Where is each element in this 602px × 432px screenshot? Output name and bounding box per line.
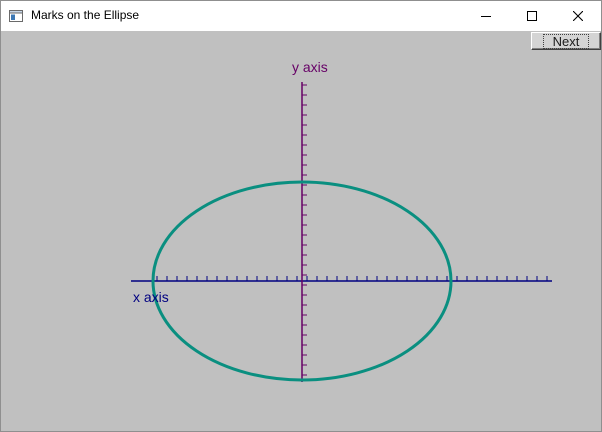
y-axis	[301, 82, 307, 382]
ellipse	[151, 180, 453, 382]
minimize-icon	[481, 16, 491, 17]
minimize-button[interactable]	[463, 1, 509, 31]
window-title: Marks on the Ellipse	[31, 8, 140, 22]
x-axis-label: x axis	[133, 289, 169, 305]
x-axis	[131, 276, 552, 282]
app-icon	[9, 9, 23, 23]
close-button[interactable]	[555, 1, 601, 31]
next-button[interactable]: Next	[531, 32, 601, 50]
drawing-canvas: Next y axis x axis	[1, 31, 601, 431]
y-axis-ticks	[302, 84, 307, 376]
next-button-label: Next	[542, 33, 590, 49]
maximize-icon	[527, 11, 537, 21]
app-window: Marks on the Ellipse Next y axis x axis	[0, 0, 602, 432]
close-icon	[573, 11, 583, 21]
x-axis-ticks	[156, 276, 548, 281]
ellipse-plot: y axis x axis	[131, 59, 552, 382]
maximize-button[interactable]	[509, 1, 555, 31]
title-bar[interactable]: Marks on the Ellipse	[1, 1, 601, 31]
y-axis-label: y axis	[292, 59, 328, 75]
